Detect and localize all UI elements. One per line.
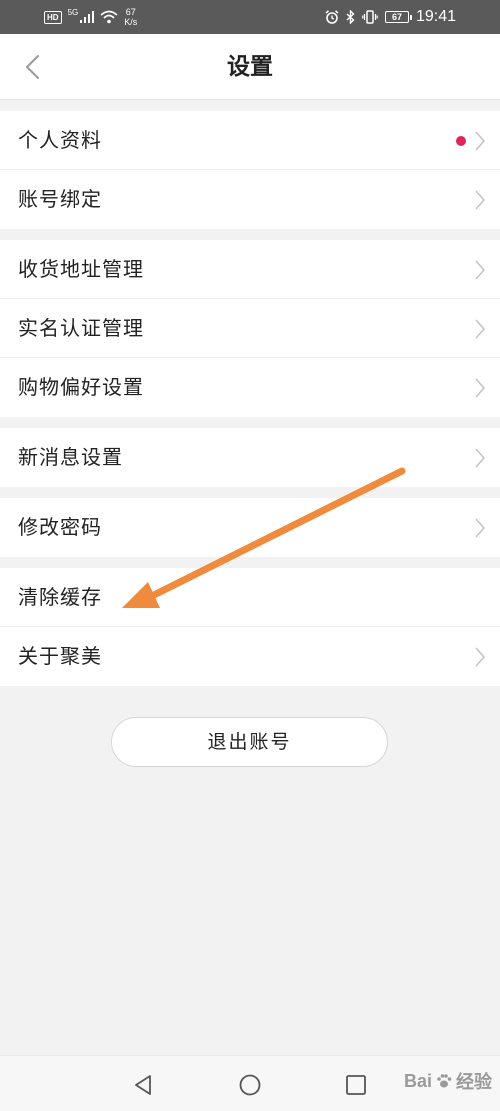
chevron-right-icon	[475, 131, 486, 151]
page-title: 设置	[227, 54, 273, 80]
watermark: Bai 经验	[404, 1068, 492, 1094]
logout-button[interactable]: 退出账号	[111, 717, 388, 767]
wifi-icon	[100, 10, 118, 24]
watermark-suffix: 经验	[456, 1072, 492, 1092]
settings-row-profile[interactable]: 个人资料	[0, 111, 500, 170]
signal-icon	[80, 11, 95, 23]
status-left: HD 5G 67 K/s	[44, 7, 137, 27]
chevron-left-icon	[26, 55, 39, 79]
settings-row-notifications[interactable]: 新消息设置	[0, 428, 500, 487]
settings-row-clear-cache[interactable]: 清除缓存	[0, 568, 500, 627]
battery-level: 67	[391, 12, 402, 22]
settings-row-label: 修改密码	[18, 515, 102, 539]
settings-row-label: 实名认证管理	[18, 316, 144, 340]
settings-group-notifications: 新消息设置	[0, 428, 500, 487]
speed-value: 67	[125, 7, 136, 17]
settings-group-password: 修改密码	[0, 498, 500, 557]
settings-row-change-password[interactable]: 修改密码	[0, 498, 500, 557]
settings-row-account-binding[interactable]: 账号绑定	[0, 170, 500, 229]
settings-row-real-name[interactable]: 实名认证管理	[0, 299, 500, 358]
hd-badge: HD	[44, 10, 62, 24]
chevron-right-icon	[475, 518, 486, 538]
header: 设置	[0, 34, 500, 100]
chevron-right-icon	[475, 448, 486, 468]
settings-row-shopping-preferences[interactable]: 购物偏好设置	[0, 358, 500, 417]
settings-row-label: 关于聚美	[18, 644, 102, 668]
chevron-right-icon	[475, 190, 486, 210]
settings-row-label: 新消息设置	[18, 445, 123, 469]
settings-group-profile: 个人资料 账号绑定	[0, 111, 500, 229]
settings-row-label: 个人资料	[18, 128, 102, 152]
chevron-right-icon	[475, 260, 486, 280]
alarm-icon	[325, 10, 339, 24]
settings-row-label: 账号绑定	[18, 187, 102, 211]
battery-icon: 67	[384, 11, 412, 23]
speed-unit: K/s	[124, 17, 138, 27]
status-bar: HD 5G 67 K/s 67 19:41	[0, 0, 500, 34]
settings-row-label: 清除缓存	[18, 585, 102, 609]
chevron-right-icon	[475, 378, 486, 398]
settings-row-label: 购物偏好设置	[18, 375, 144, 399]
settings-list: 个人资料 账号绑定 收货地址管理 实名认证管理 购物偏好设置 新消息设置 修改密…	[0, 111, 500, 686]
circle-home-icon[interactable]	[237, 1072, 263, 1098]
status-right: 67 19:41	[325, 7, 456, 27]
vibrate-icon	[362, 10, 378, 24]
network-speed: 67 K/s	[124, 7, 137, 27]
back-button[interactable]	[14, 47, 54, 87]
triangle-back-icon[interactable]	[130, 1072, 156, 1098]
settings-row-about[interactable]: 关于聚美	[0, 627, 500, 686]
settings-group-misc: 清除缓存 关于聚美	[0, 568, 500, 686]
bottom-nav-bar: Bai 经验	[0, 1055, 500, 1111]
square-recent-icon[interactable]	[343, 1072, 369, 1098]
chevron-right-icon	[475, 647, 486, 667]
clock: 19:41	[415, 8, 456, 25]
watermark-text: Bai	[403, 1070, 432, 1091]
settings-row-label: 收货地址管理	[18, 257, 144, 281]
settings-row-address[interactable]: 收货地址管理	[0, 240, 500, 299]
paw-icon	[437, 1074, 452, 1088]
settings-group-shopping: 收货地址管理 实名认证管理 购物偏好设置	[0, 240, 500, 417]
notification-dot	[456, 136, 466, 146]
chevron-right-icon	[475, 319, 486, 339]
network-type: 5G	[67, 7, 79, 17]
bluetooth-icon	[346, 10, 355, 24]
